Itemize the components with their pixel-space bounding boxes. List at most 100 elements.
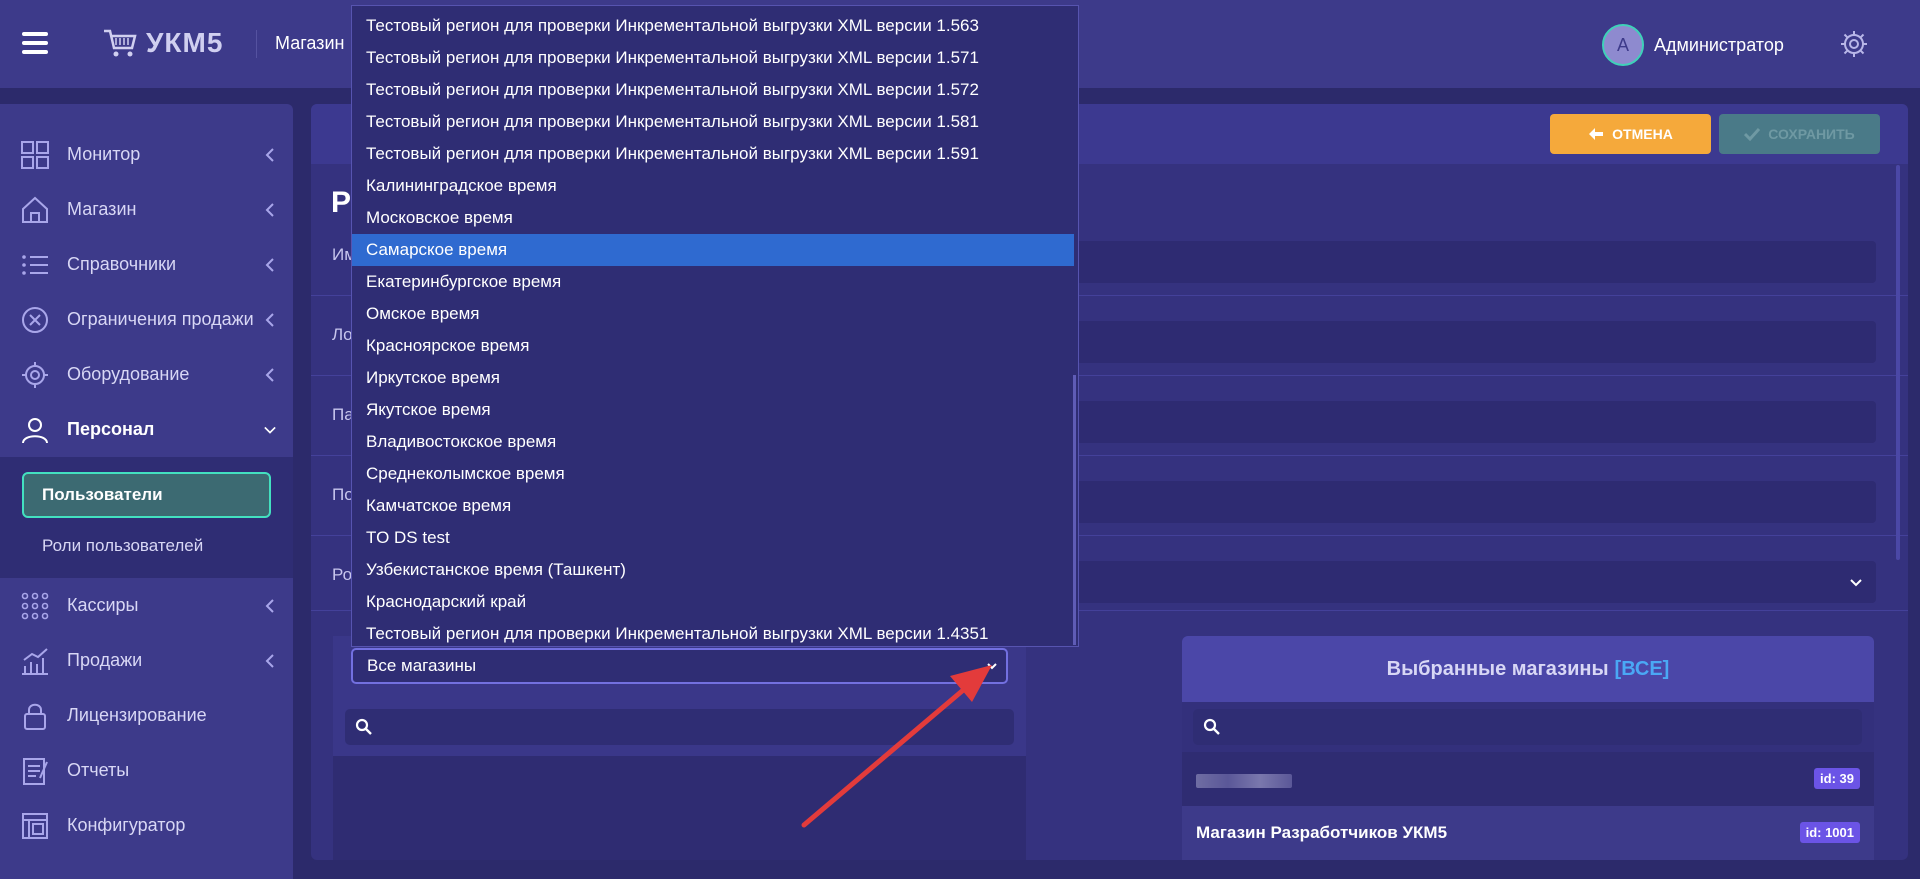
chevron-left-icon <box>265 367 274 382</box>
chevron-down-icon <box>987 663 997 670</box>
sales-chart-icon <box>22 647 48 675</box>
sidebar-item-label: Кассиры <box>67 595 139 615</box>
confirm-password-field[interactable] <box>1060 481 1876 523</box>
restriction-x-icon <box>22 306 48 333</box>
chevron-left-icon <box>265 257 274 272</box>
sidebar-item-label: Продажи <box>67 650 143 670</box>
list-item[interactable]: Магазин Разработчиков УКМ5 id: 1001 <box>1182 806 1874 860</box>
login-field[interactable] <box>1060 321 1876 363</box>
checkmark-icon <box>1744 127 1761 141</box>
list-icon <box>22 254 48 275</box>
role-select[interactable] <box>1060 561 1876 603</box>
sidebar-item-label: Монитор <box>67 144 141 164</box>
dropdown-option[interactable]: Тестовый регион для проверки Инкрементал… <box>352 42 1074 74</box>
store-id-badge: id: 1001 <box>1799 822 1860 843</box>
dropdown-option[interactable]: Владивостокское время <box>352 426 1074 458</box>
selected-stores-title: Выбранные магазины <box>1386 657 1609 680</box>
logo[interactable]: УКМ5 <box>102 26 223 60</box>
dropdown-option[interactable]: Тестовый регион для проверки Инкрементал… <box>352 618 1074 646</box>
dropdown-option[interactable]: Красноярское время <box>352 330 1074 362</box>
chevron-left-icon <box>265 312 274 327</box>
chevron-left-icon <box>265 147 274 162</box>
gear-icon <box>22 361 48 388</box>
password-field[interactable] <box>1060 401 1876 443</box>
chevron-left-icon <box>265 598 274 613</box>
logo-text: УКМ5 <box>146 27 224 58</box>
list-item[interactable]: id: 39 <box>1182 752 1874 806</box>
dropdown-option[interactable]: Узбекистанское время (Ташкент) <box>352 554 1074 586</box>
sidebar-item-store[interactable]: Магазин <box>0 182 293 237</box>
store-house-icon <box>22 196 48 223</box>
dropdown-option[interactable]: Якутское время <box>352 394 1074 426</box>
dropdown-option[interactable]: Тестовый регион для проверки Инкрементал… <box>352 106 1074 138</box>
dropdown-option[interactable]: Омское время <box>352 298 1074 330</box>
dropdown-option[interactable]: Тестовый регион для проверки Инкрементал… <box>352 74 1074 106</box>
scrollbar[interactable] <box>1896 165 1900 560</box>
sidebar-item-configurator[interactable]: Конфигуратор <box>0 798 293 853</box>
sidebar-item-equipment[interactable]: Оборудование <box>0 347 293 402</box>
dropdown-option[interactable]: Московское время <box>352 202 1074 234</box>
sidebar-item-licensing[interactable]: Лицензирование <box>0 688 293 743</box>
dropdown-option[interactable]: Тестовый регион для проверки Инкрементал… <box>352 10 1074 42</box>
dots-grid-icon <box>21 592 49 619</box>
field-label-login: Ло <box>332 325 353 344</box>
stores-filter-value: Все магазины <box>367 656 477 675</box>
lock-icon <box>24 703 46 730</box>
arrow-left-icon <box>1589 128 1604 140</box>
chevron-down-icon <box>264 426 276 434</box>
cart-icon <box>104 29 137 57</box>
sidebar-item-cashiers[interactable]: Кассиры <box>0 578 293 633</box>
field-label-role: Ро <box>332 565 353 584</box>
sidebar-item-monitor[interactable]: Монитор <box>0 127 293 182</box>
select-all-link[interactable]: [ВСЕ] <box>1615 658 1670 681</box>
available-stores-list <box>333 756 1026 860</box>
avatar: А <box>1602 24 1644 66</box>
monitor-grid-icon <box>21 140 49 169</box>
sidebar-item-sales[interactable]: Продажи <box>0 633 293 688</box>
sidebar-item-references[interactable]: Справочники <box>0 237 293 292</box>
stores-filter-select[interactable]: Все магазины <box>351 648 1008 684</box>
dropdown-option[interactable]: Камчатское время <box>352 490 1074 522</box>
page-title: Р <box>331 186 352 219</box>
sidebar-item-label: Конфигуратор <box>67 815 186 835</box>
header-divider <box>256 30 257 58</box>
cancel-button[interactable]: ОТМЕНА <box>1550 114 1711 154</box>
hamburger-menu-icon[interactable] <box>22 32 48 54</box>
redacted-store-name <box>1196 774 1292 788</box>
chevron-left-icon <box>265 653 274 668</box>
dropdown-scrollbar[interactable] <box>1073 375 1076 645</box>
report-icon <box>23 757 48 785</box>
sidebar-item-label: Ограничения продажи <box>67 309 254 329</box>
dropdown-option[interactable]: Екатеринбургское время <box>352 266 1074 298</box>
dropdown-option[interactable]: Среднеколымское время <box>352 458 1074 490</box>
sidebar-item-label: Магазин <box>67 199 137 219</box>
submenu-item-user-roles[interactable]: Роли пользователей <box>42 536 203 556</box>
available-stores-search-input[interactable] <box>345 709 1014 745</box>
name-field[interactable] <box>1060 241 1876 283</box>
chevron-down-icon <box>1850 579 1862 587</box>
sidebar-item-label: Персонал <box>67 419 155 439</box>
sidebar-item-label: Оборудование <box>67 364 190 384</box>
save-button[interactable]: СОХРАНИТЬ <box>1719 114 1880 154</box>
configurator-icon <box>22 812 48 839</box>
dropdown-option[interactable]: Иркутское время <box>352 362 1074 394</box>
stores-filter-dropdown[interactable]: Тестовый регион для проверки Инкрементал… <box>351 5 1079 647</box>
submenu-item-users[interactable]: Пользователи <box>22 472 271 518</box>
selected-stores-header: Выбранные магазины [ВСЕ] <box>1182 636 1874 702</box>
sidebar-item-personnel[interactable]: Персонал <box>0 402 293 457</box>
breadcrumb[interactable]: Магазин <box>275 33 344 54</box>
dropdown-option-selected[interactable]: Самарское время <box>352 234 1074 266</box>
sidebar-item-sale-restrictions[interactable]: Ограничения продажи <box>0 292 293 347</box>
dropdown-option[interactable]: TO DS test <box>352 522 1074 554</box>
sidebar-item-reports[interactable]: Отчеты <box>0 743 293 798</box>
user-name: Администратор <box>1654 34 1784 55</box>
user-menu[interactable]: А Администратор <box>1602 24 1784 66</box>
dropdown-option[interactable]: Краснодарский край <box>352 586 1074 618</box>
search-icon <box>1203 718 1220 735</box>
search-icon <box>355 718 372 735</box>
selected-stores-search-input[interactable] <box>1193 709 1862 745</box>
save-label: СОХРАНИТЬ <box>1768 126 1855 142</box>
dropdown-option[interactable]: Калининградское время <box>352 170 1074 202</box>
settings-gear-icon[interactable] <box>1840 30 1868 58</box>
dropdown-option[interactable]: Тестовый регион для проверки Инкрементал… <box>352 138 1074 170</box>
